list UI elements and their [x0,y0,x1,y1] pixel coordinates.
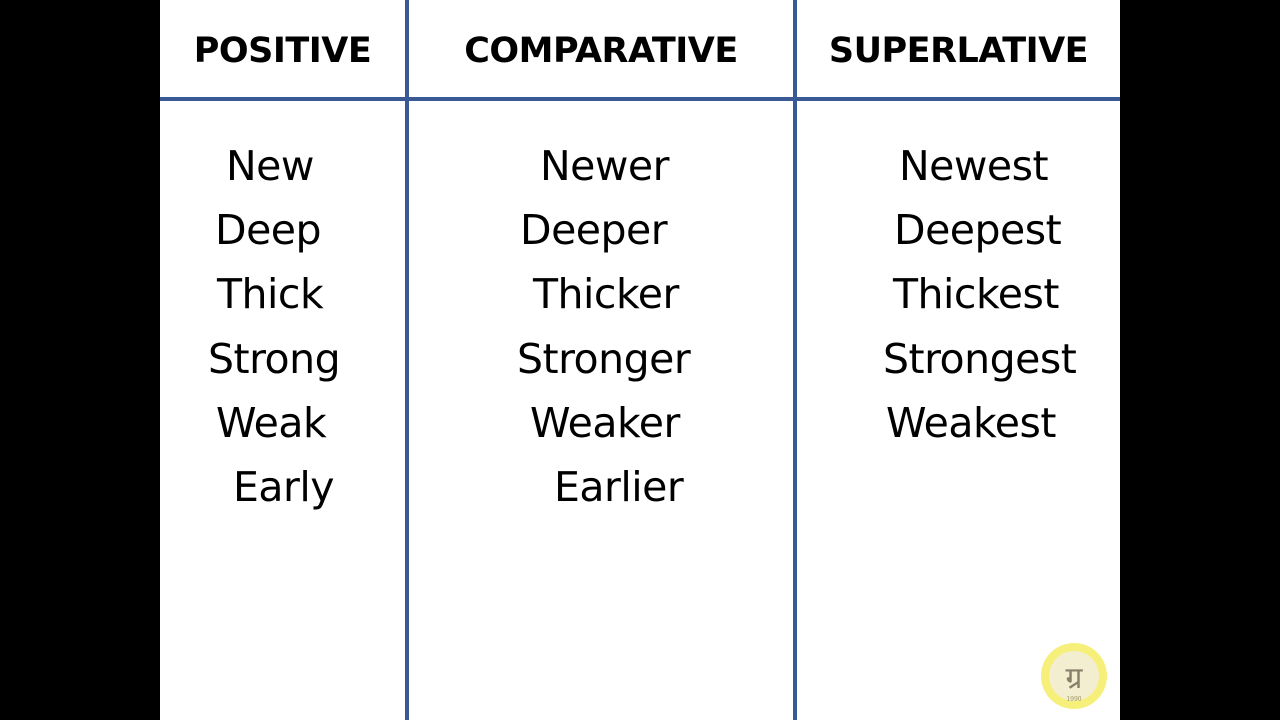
header-positive: POSITIVE [193,31,372,71]
superlative-word: Strongest [883,334,1077,383]
positive-word: Strong [208,334,341,383]
comparative-word: Deeper [520,206,668,255]
comparative-word: Earlier [554,462,684,511]
positive-column: New Deep Thick Strong Weak Early [160,138,405,523]
header-divider [160,97,1120,101]
positive-word: New [226,142,314,190]
superlative-column: Newest Deepest Thickest Strongest Weakes… [797,138,1120,459]
comparative-column: Newer Deeper Thicker Stronger Weaker Ear… [409,138,793,523]
logo-year: 1990 [1066,696,1082,703]
slide: POSITIVE COMPARATIVE SUPERLATIVE New Dee… [160,0,1120,720]
comparative-word: Thicker [533,270,679,319]
superlative-word: Weakest [886,398,1056,447]
positive-word: Deep [215,206,322,255]
positive-word: Weak [216,398,327,447]
superlative-word: Newest [899,142,1049,190]
positive-word: Early [233,462,335,511]
comparative-word: Weaker [530,398,680,447]
header-superlative: SUPERLATIVE [828,31,1089,71]
superlative-word: Thickest [893,270,1059,319]
comparative-word: Newer [540,142,670,190]
logo: ग्र 1990 [1041,643,1107,709]
positive-word: Thick [217,270,324,319]
header-comparative: COMPARATIVE [464,31,738,71]
superlative-word: Deepest [894,206,1062,255]
comparative-word: Stronger [517,334,691,383]
logo-emblem-icon: ग्र [1049,651,1099,701]
